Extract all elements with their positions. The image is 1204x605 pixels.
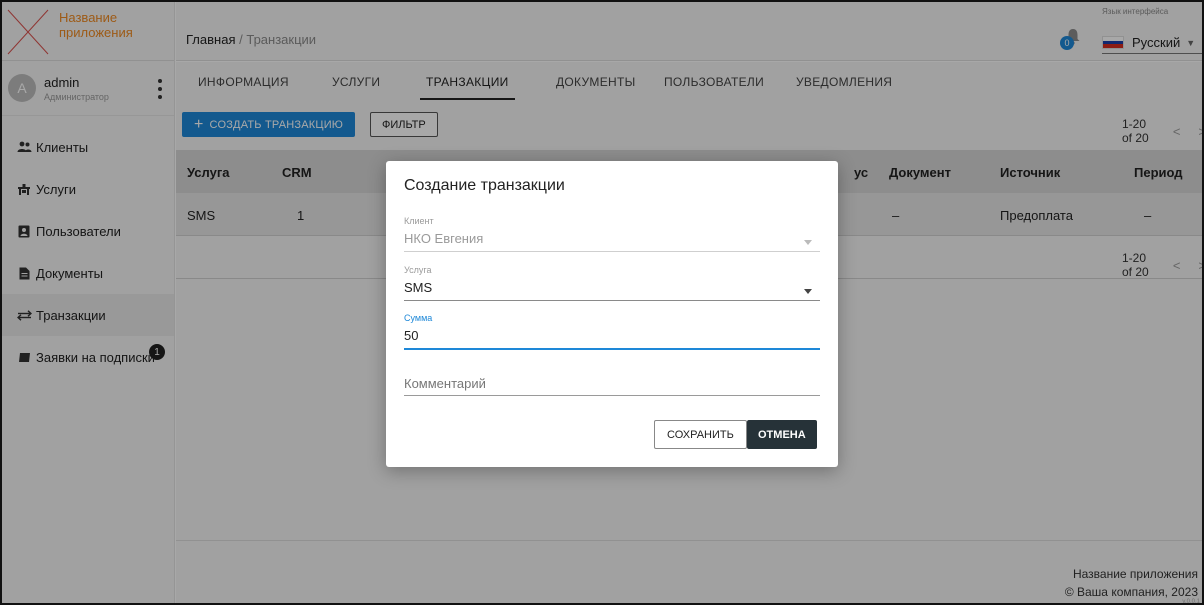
service-value: SMS (404, 280, 433, 295)
comment-field[interactable]: Комментарий (404, 376, 820, 396)
dialog-title: Создание транзакции (404, 177, 565, 194)
service-select[interactable]: Услуга SMS (404, 265, 820, 301)
chevron-down-icon (804, 289, 812, 294)
chevron-down-icon (804, 240, 812, 245)
cancel-button[interactable]: ОТМЕНА (747, 420, 817, 449)
client-value: НКО Евгения (404, 231, 484, 246)
app-window: Название приложения A admin Администрато… (0, 0, 1204, 605)
create-transaction-dialog: Создание транзакции Клиент НКО Евгения У… (386, 161, 838, 467)
service-label: Услуга (404, 265, 432, 275)
amount-label: Сумма (404, 313, 433, 323)
amount-field[interactable]: Сумма 50 (404, 313, 820, 350)
amount-value[interactable]: 50 (404, 328, 820, 346)
client-label: Клиент (404, 216, 434, 226)
comment-placeholder[interactable]: Комментарий (404, 376, 820, 391)
client-select: Клиент НКО Евгения (404, 216, 820, 252)
save-button[interactable]: СОХРАНИТЬ (654, 420, 747, 449)
